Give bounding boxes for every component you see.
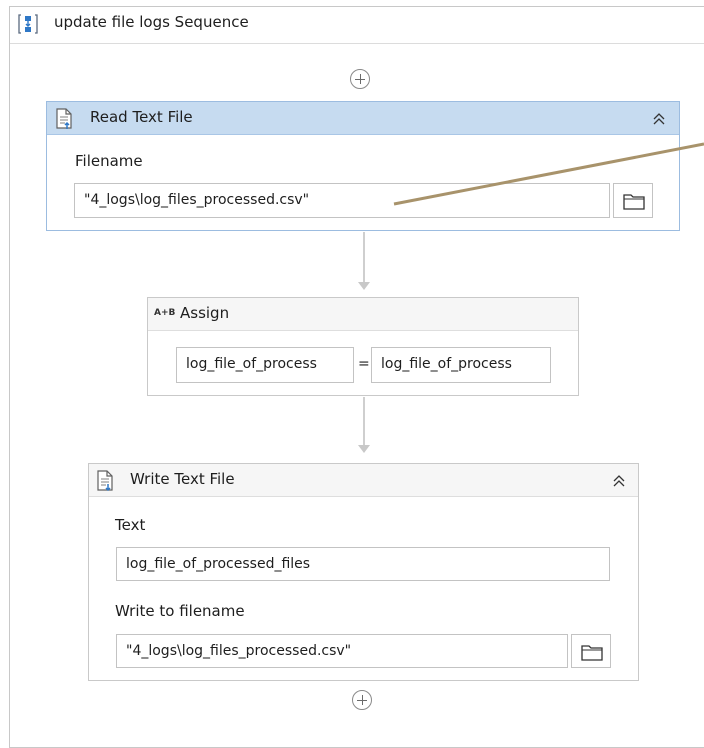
browse-folder-button[interactable] (571, 634, 611, 668)
assign-icon: A+B (154, 308, 176, 318)
write-filename-input[interactable]: "4_logs\log_files_processed.csv" (116, 634, 568, 668)
annotation-line (393, 142, 704, 206)
assign-to-field[interactable]: log_file_of_process (176, 347, 354, 383)
write-to-filename-label: Write to filename (115, 602, 245, 620)
connector-line (363, 232, 365, 282)
read-text-file-title: Read Text File (90, 108, 193, 126)
filename-label: Filename (75, 152, 143, 170)
write-text-file-title: Write Text File (130, 470, 235, 488)
collapse-chevron-icon[interactable] (612, 474, 626, 488)
write-file-icon (97, 470, 113, 492)
connector-arrow-icon (358, 445, 370, 453)
folder-icon (581, 645, 603, 661)
connector-line (363, 397, 365, 445)
sequence-title: update file logs Sequence (54, 13, 249, 31)
add-activity-plus-icon[interactable] (350, 69, 370, 89)
sequence-icon (18, 14, 38, 34)
collapse-chevron-icon[interactable] (652, 112, 666, 126)
assign-value-field[interactable]: log_file_of_process (371, 347, 551, 383)
text-label: Text (115, 516, 146, 534)
add-activity-plus-icon[interactable] (352, 690, 372, 710)
assign-title: Assign (180, 304, 230, 322)
assign-operator: = (358, 356, 370, 372)
connector-arrow-icon (358, 282, 370, 290)
write-text-file-activity[interactable]: Write Text File Text log_file_of_process… (88, 463, 639, 681)
assign-activity[interactable]: A+B Assign log_file_of_process = log_fil… (147, 297, 579, 396)
text-input[interactable]: log_file_of_processed_files (116, 547, 610, 581)
read-file-icon (56, 108, 72, 129)
